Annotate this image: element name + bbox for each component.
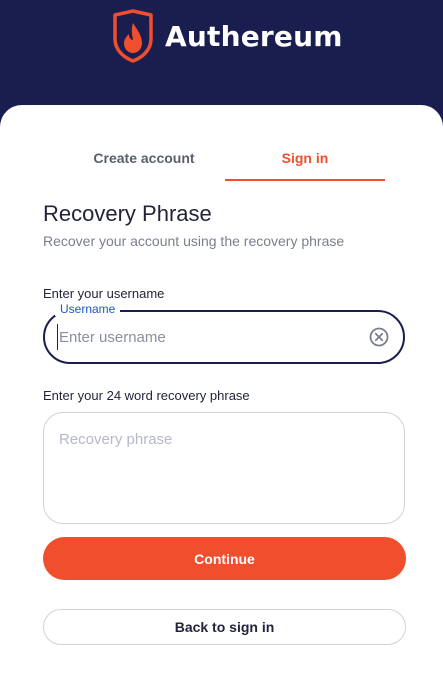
tab-sign-in[interactable]: Sign in — [225, 141, 385, 181]
header: Authereum — [0, 0, 443, 120]
tab-create-account[interactable]: Create account — [64, 141, 224, 181]
recovery-phrase-field — [43, 412, 405, 524]
page-subtitle: Recover your account using the recovery … — [43, 233, 345, 249]
page-title: Recovery Phrase — [43, 201, 212, 226]
username-label: Enter your username — [43, 286, 165, 301]
recovery-phrase-input[interactable] — [59, 431, 389, 511]
username-field: Username — [43, 302, 405, 364]
username-input[interactable] — [57, 324, 359, 350]
recovery-phrase-label: Enter your 24 word recovery phrase — [43, 388, 250, 403]
brand-name: Authereum — [165, 19, 343, 53]
authereum-flame-shield-icon — [113, 9, 153, 63]
page: Authereum Create account Sign in Recover… — [0, 0, 443, 676]
clear-circle-icon[interactable] — [369, 327, 389, 347]
continue-button[interactable]: Continue — [43, 537, 406, 580]
brand-logo: Authereum — [111, 8, 343, 64]
auth-tabs: Create account Sign in — [64, 141, 385, 181]
username-floating-label: Username — [55, 302, 121, 316]
sign-in-card: Create account Sign in Recovery Phrase R… — [0, 105, 443, 676]
back-to-sign-in-button[interactable]: Back to sign in — [43, 609, 406, 645]
